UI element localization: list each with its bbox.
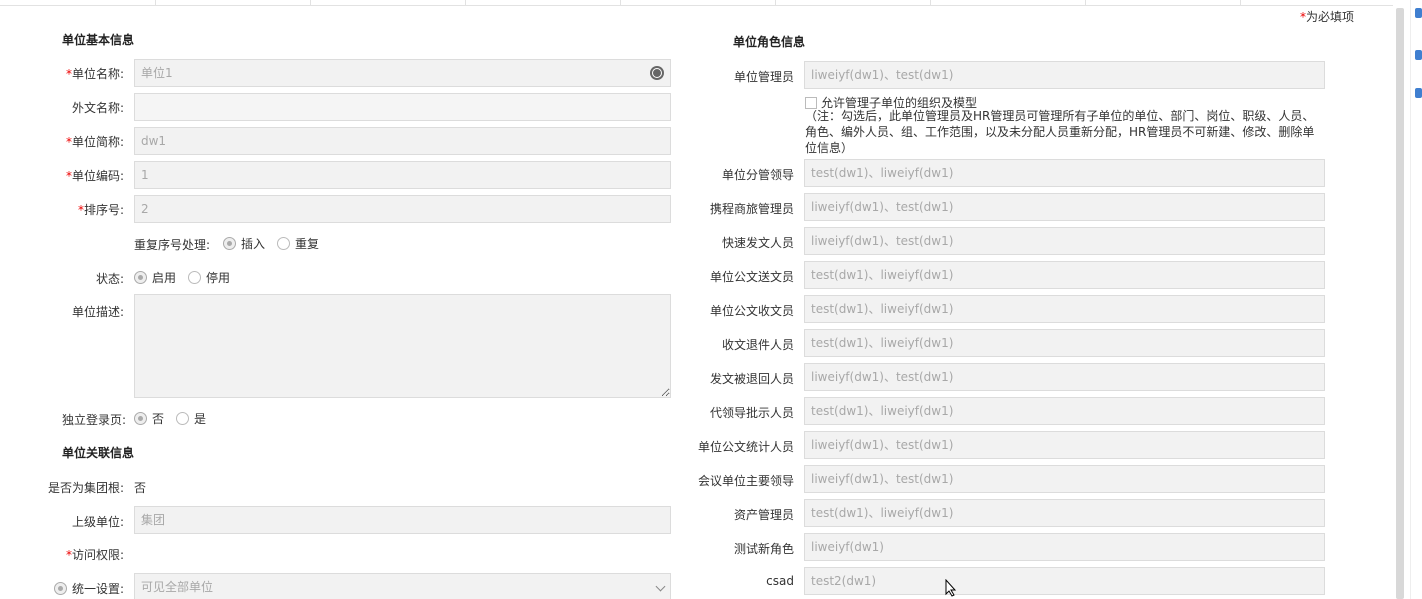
section-relation-info: 单位关联信息 bbox=[62, 446, 135, 460]
unit-name-label: *单位名称: bbox=[65, 67, 124, 81]
login-no-option[interactable]: 否 bbox=[134, 410, 164, 427]
role-field[interactable]: liweiyf(dw1)、test(dw1) bbox=[804, 227, 1325, 255]
edge-icon[interactable] bbox=[1415, 8, 1422, 18]
radio-checked-icon[interactable] bbox=[223, 237, 236, 250]
role-label: 会议单位主要领导 bbox=[697, 474, 794, 488]
role-field[interactable]: liweiyf(dw1)、test(dw1) bbox=[804, 465, 1325, 493]
edge-icon[interactable] bbox=[1415, 88, 1422, 98]
order-number-label: *排序号: bbox=[77, 203, 124, 217]
required-note: *为必填项 bbox=[1300, 10, 1355, 24]
role-field[interactable]: liweiyf(dw1)、test(dw1) bbox=[804, 193, 1325, 221]
role-label: 收文退件人员 bbox=[721, 338, 794, 352]
standalone-login-radios: 否 是 bbox=[134, 410, 218, 427]
duplicate-order-label: 重复序号处理: bbox=[134, 238, 211, 252]
role-label: 单位公文统计人员 bbox=[697, 440, 794, 454]
parent-unit-field[interactable]: 集团 bbox=[134, 506, 671, 534]
dup-insert-option[interactable]: 插入 bbox=[223, 235, 265, 252]
edge-icon[interactable] bbox=[1415, 50, 1422, 60]
unit-name-field[interactable]: 单位1 bbox=[134, 59, 671, 87]
chevron-down-icon bbox=[655, 581, 666, 592]
radio-icon[interactable] bbox=[277, 237, 291, 250]
radio-checked-icon[interactable] bbox=[134, 271, 147, 284]
unified-setting-radio[interactable]: 统一设置: bbox=[54, 580, 124, 597]
standalone-login-label: 独立登录页: bbox=[62, 413, 127, 427]
login-yes-option[interactable]: 是 bbox=[176, 410, 206, 427]
status-label: 状态: bbox=[95, 272, 124, 286]
unit-desc-textarea[interactable] bbox=[134, 294, 671, 398]
role-field[interactable]: liweiyf(dw1) bbox=[804, 533, 1325, 561]
unit-code-field[interactable]: 1 bbox=[134, 161, 671, 189]
role-label: 单位公文送文员 bbox=[709, 270, 794, 284]
status-disable-option[interactable]: 停用 bbox=[188, 269, 230, 286]
role-label: 携程商旅管理员 bbox=[709, 202, 794, 216]
unit-code-label: *单位编码: bbox=[65, 169, 124, 183]
role-label: csad bbox=[766, 574, 794, 588]
parent-unit-label: 上级单位: bbox=[71, 515, 124, 529]
role-label: 测试新角色 bbox=[733, 542, 794, 556]
unit-admin-field[interactable]: liweiyf(dw1)、test(dw1) bbox=[804, 61, 1325, 89]
mouse-cursor-icon bbox=[945, 579, 957, 597]
unit-desc-label: 单位描述: bbox=[71, 305, 124, 319]
order-number-field[interactable]: 2 bbox=[134, 195, 671, 223]
role-field[interactable]: liweiyf(dw1)、test(dw1) bbox=[804, 431, 1325, 459]
duplicate-order-radios: 插入 重复 bbox=[223, 235, 331, 252]
dup-repeat-option[interactable]: 重复 bbox=[277, 235, 319, 252]
status-enable-option[interactable]: 启用 bbox=[134, 269, 176, 286]
radio-checked-icon[interactable] bbox=[54, 582, 67, 595]
role-label: 单位公文收文员 bbox=[709, 304, 794, 318]
allow-sub-units-note: （注：勾选后，此单位管理员及HR管理员可管理所有子单位的单位、部门、岗位、职级、… bbox=[805, 109, 1315, 155]
section-role-info: 单位角色信息 bbox=[733, 35, 806, 49]
role-field[interactable]: test2(dw1) bbox=[804, 567, 1325, 595]
role-label: 发文被退回人员 bbox=[709, 372, 794, 386]
role-field[interactable]: test(dw1)、liweiyf(dw1) bbox=[804, 261, 1325, 289]
role-field[interactable]: liweiyf(dw1)、test(dw1) bbox=[804, 363, 1325, 391]
checkbox-icon[interactable] bbox=[805, 96, 817, 109]
status-radios: 启用 停用 bbox=[134, 269, 242, 286]
group-root-value: 否 bbox=[134, 481, 147, 495]
role-field[interactable]: test(dw1)、liweiyf(dw1) bbox=[804, 397, 1325, 425]
foreign-name-field[interactable] bbox=[134, 93, 671, 121]
foreign-name-label: 外文名称: bbox=[71, 101, 124, 115]
role-field[interactable]: test(dw1)、liweiyf(dw1) bbox=[804, 295, 1325, 323]
group-root-label: 是否为集团根: bbox=[47, 481, 124, 495]
globe-icon[interactable] bbox=[650, 66, 664, 80]
role-field[interactable]: test(dw1)、liweiyf(dw1) bbox=[804, 499, 1325, 527]
role-label: 快速发文人员 bbox=[721, 236, 794, 250]
access-permission-label: *访问权限: bbox=[65, 548, 124, 562]
unified-setting-select[interactable]: 可见全部单位 bbox=[134, 573, 671, 599]
role-label: 单位分管领导 bbox=[721, 168, 794, 182]
role-field[interactable]: test(dw1)、liweiyf(dw1) bbox=[804, 159, 1325, 187]
role-field[interactable]: test(dw1)、liweiyf(dw1) bbox=[804, 329, 1325, 357]
role-label: 资产管理员 bbox=[733, 508, 794, 522]
unit-short-field[interactable]: dw1 bbox=[134, 127, 671, 155]
unit-admin-label: 单位管理员 bbox=[733, 70, 794, 84]
radio-icon[interactable] bbox=[188, 271, 202, 284]
section-basic-info: 单位基本信息 bbox=[62, 33, 135, 47]
radio-checked-icon[interactable] bbox=[134, 412, 147, 425]
top-tab-strip bbox=[0, 0, 1393, 6]
radio-icon[interactable] bbox=[176, 412, 190, 425]
unit-short-label: *单位简称: bbox=[65, 135, 124, 149]
role-label: 代领导批示人员 bbox=[709, 406, 794, 420]
vertical-scrollbar[interactable] bbox=[1396, 8, 1404, 599]
